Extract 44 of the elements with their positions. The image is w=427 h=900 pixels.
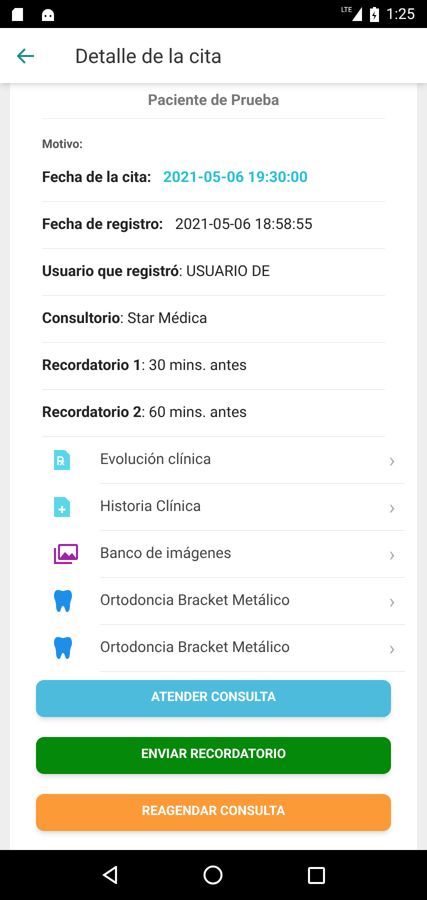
- detail-text: Recordatorio 1: 30 mins. antes: [42, 355, 247, 376]
- battery-icon: [370, 6, 380, 22]
- tooth-icon: [54, 590, 72, 612]
- chevron-icon: ›: [388, 590, 395, 610]
- chevron-icon: ›: [388, 496, 395, 516]
- back-arrow-icon: [17, 48, 35, 64]
- back-nav-button[interactable]: [102, 866, 118, 884]
- detail-label: Fecha de la cita:: [42, 167, 152, 188]
- menu-label: Banco de imágenes: [100, 543, 232, 564]
- home-circle-icon: [202, 865, 223, 885]
- android-icon: [41, 8, 55, 20]
- menu-label: Ortodoncia Bracket Metálico: [100, 590, 291, 612]
- sd-card-icon: [12, 8, 23, 20]
- signal-icon: [352, 7, 362, 21]
- chevron-icon: ›: [388, 638, 395, 658]
- menu-item[interactable]: Banco de imágenes ›: [42, 530, 405, 578]
- action-button[interactable]: ENVIAR RECORDATORIO: [36, 736, 391, 774]
- back-triangle-icon: [102, 866, 118, 884]
- chevron-icon: ›: [388, 450, 395, 470]
- detail-value: 2021-05-06 18:58:55: [175, 214, 312, 236]
- tooth-icon: [54, 637, 72, 659]
- menu-label: Evolución clínica: [100, 449, 212, 470]
- screen-title: Detalle de la cita: [75, 42, 222, 70]
- recents-button[interactable]: [308, 866, 325, 884]
- patient-name: Paciente de Prueba: [146, 90, 280, 111]
- document-plus-icon: [54, 497, 70, 517]
- chevron-icon: ›: [388, 544, 395, 564]
- reason-label: Motivo:: [42, 136, 84, 152]
- detail-text: Consultorio: Star Médica: [42, 308, 208, 330]
- prescription-icon: [54, 450, 70, 470]
- recents-square-icon: [308, 866, 325, 884]
- menu-item[interactable]: Evolución clínica ›: [42, 436, 405, 484]
- detail-value: 2021-05-06 19:30:00: [163, 167, 308, 188]
- menu-item[interactable]: Ortodoncia Bracket Metálico ›: [42, 578, 405, 624]
- home-button[interactable]: [202, 865, 223, 885]
- detail-label: Fecha de registro:: [42, 214, 164, 236]
- menu-item[interactable]: Ortodoncia Bracket Metálico ›: [42, 624, 405, 672]
- menu-label: Historia Clínica: [100, 496, 202, 518]
- detail-text: Usuario que registró: USUARIO DE: [42, 261, 270, 282]
- menu-item[interactable]: Historia Clínica ›: [42, 484, 405, 530]
- clock: 1:25: [386, 4, 415, 25]
- menu-label: Ortodoncia Bracket Metálico: [100, 637, 291, 658]
- detail-text: Recordatorio 2: 60 mins. antes: [42, 402, 247, 424]
- images-icon: [54, 544, 78, 564]
